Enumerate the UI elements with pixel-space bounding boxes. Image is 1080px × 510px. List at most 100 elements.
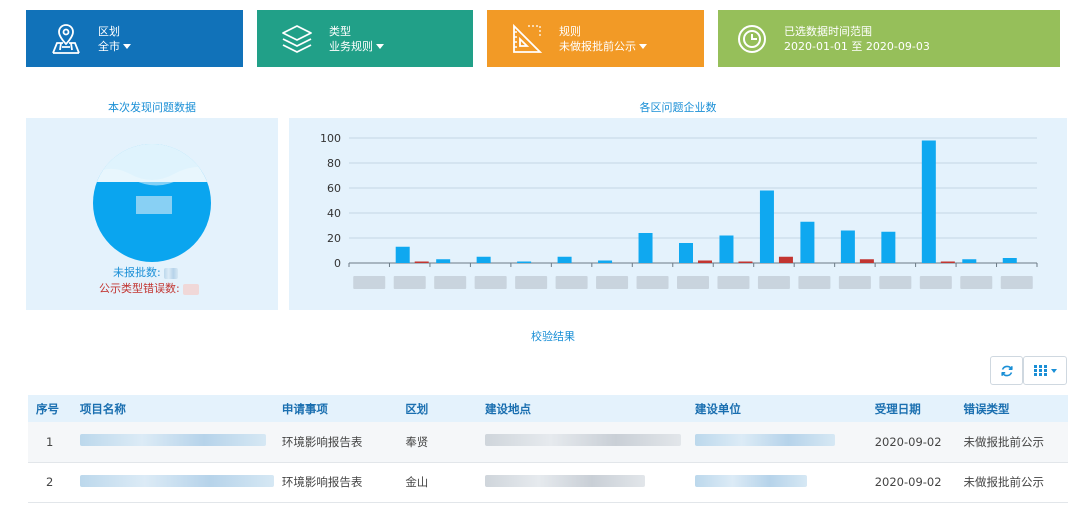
- x-tick-label: [515, 276, 548, 289]
- x-tick-label: [434, 276, 467, 289]
- date-range-title: 已选数据时间范围: [784, 24, 872, 38]
- header-district[interactable]: 区划: [397, 395, 477, 422]
- rule-filter-title: 规则: [559, 24, 581, 38]
- row-construction-site: [476, 462, 687, 503]
- results-table: 序号 项目名称 申请事项 区划 建设地点 建设单位 受理日期 错误类型 1 环境…: [28, 395, 1068, 503]
- bar: [598, 260, 613, 263]
- clock-icon: [734, 21, 770, 57]
- rule-filter-value[interactable]: 未做报批前公示: [559, 39, 647, 54]
- x-tick-label: [757, 276, 790, 289]
- x-tick-label: [717, 276, 750, 289]
- row-project-name: [71, 422, 274, 463]
- bar: [940, 261, 955, 263]
- results-title: 校验结果: [531, 330, 575, 343]
- map-pin-icon: [48, 21, 84, 57]
- x-tick-label: [596, 276, 629, 289]
- type-filter-selected: 业务规则: [329, 39, 373, 53]
- bar: [881, 231, 896, 263]
- header-application-item[interactable]: 申请事项: [273, 395, 398, 422]
- x-tick-label: [677, 276, 709, 289]
- header-project-name[interactable]: 项目名称: [71, 395, 274, 422]
- refresh-button[interactable]: [990, 356, 1023, 385]
- bar: [1002, 258, 1017, 263]
- columns-toggle-button[interactable]: [1023, 356, 1067, 385]
- y-tick-label: 20: [327, 232, 341, 245]
- row-error-type: 未做报批前公示: [955, 462, 1068, 503]
- table-row[interactable]: 1 环境影响报告表 奉贤 2020-09-02 未做报批前公示: [28, 422, 1068, 463]
- x-tick-label: [838, 276, 871, 289]
- x-tick-label: [960, 276, 993, 289]
- header-construction-unit[interactable]: 建设单位: [686, 395, 867, 422]
- district-filter-title: 区划: [98, 24, 120, 38]
- table-header-row: 序号 项目名称 申请事项 区划 建设地点 建设单位 受理日期 错误类型: [28, 395, 1068, 422]
- bar: [840, 230, 855, 263]
- chart-title: 各区问题企业数: [639, 101, 717, 114]
- chevron-down-icon: [639, 44, 647, 49]
- y-tick-label: 100: [320, 132, 341, 145]
- summary-panel: 未报批数: 公示类型错误数:: [26, 118, 278, 310]
- y-tick-label: 0: [334, 257, 341, 270]
- type-error-count-row: 公示类型错误数:: [99, 280, 200, 296]
- unreported-label: 未报批数:: [113, 266, 161, 279]
- row-construction-site: [476, 422, 687, 463]
- bar: [436, 259, 451, 263]
- date-range-card[interactable]: 已选数据时间范围 2020-01-01 至 2020-09-03: [718, 10, 1060, 67]
- district-filter-selected: 全市: [98, 39, 120, 53]
- chart-panel: 0 20 40 60 80 100: [289, 118, 1067, 310]
- x-tick-label: [353, 276, 386, 289]
- type-filter-value[interactable]: 业务规则: [329, 39, 384, 54]
- bar: [800, 221, 815, 263]
- summary-title: 本次发现问题数据: [108, 101, 196, 114]
- ruler-triangle-icon: [509, 21, 545, 57]
- bar: [638, 233, 653, 263]
- row-index: 1: [28, 422, 72, 463]
- bar: [921, 140, 936, 263]
- bar: [698, 260, 712, 263]
- row-accept-date: 2020-09-02: [866, 462, 956, 503]
- bar: [517, 261, 532, 263]
- district-filter-card[interactable]: 区划 全市: [26, 10, 243, 67]
- district-filter-value[interactable]: 全市: [98, 39, 131, 54]
- x-tick-label: [636, 276, 669, 289]
- row-application-item: 环境影响报告表: [273, 462, 398, 503]
- type-filter-title: 类型: [329, 24, 351, 38]
- row-index: 2: [28, 462, 72, 503]
- header-accept-date[interactable]: 受理日期: [866, 395, 956, 422]
- bar: [414, 261, 429, 263]
- bar: [759, 190, 774, 263]
- y-tick-label: 40: [327, 207, 341, 220]
- rule-filter-selected: 未做报批前公示: [559, 39, 636, 53]
- type-error-label: 公示类型错误数:: [99, 282, 180, 295]
- x-tick-label: [393, 276, 426, 289]
- bar: [859, 259, 874, 263]
- row-application-item: 环境影响报告表: [273, 422, 398, 463]
- header-construction-site[interactable]: 建设地点: [476, 395, 687, 422]
- header-error-type[interactable]: 错误类型: [955, 395, 1068, 422]
- row-construction-unit: [686, 462, 867, 503]
- x-tick-label: [1000, 276, 1033, 289]
- x-tick-label: [555, 276, 588, 289]
- row-district: 金山: [397, 462, 477, 503]
- row-district: 奉贤: [397, 422, 477, 463]
- bar: [395, 246, 410, 263]
- unreported-count-row: 未报批数:: [113, 264, 179, 280]
- district-bar-chart: 0 20 40 60 80 100: [320, 132, 1038, 289]
- bar: [738, 261, 753, 263]
- type-error-value: [183, 283, 200, 295]
- unreported-value: [164, 267, 179, 279]
- bar: [778, 256, 793, 263]
- x-tick-label: [919, 276, 952, 289]
- refresh-icon: [1000, 365, 1013, 376]
- x-tick-label: [474, 276, 507, 289]
- header-index[interactable]: 序号: [28, 395, 72, 422]
- bar: [679, 243, 693, 263]
- rule-filter-card[interactable]: 规则 未做报批前公示: [487, 10, 704, 67]
- type-filter-card[interactable]: 类型 业务规则: [257, 10, 473, 67]
- row-error-type: 未做报批前公示: [955, 422, 1068, 463]
- row-project-name: [71, 462, 274, 503]
- chevron-down-icon: [123, 44, 131, 49]
- chevron-down-icon: [376, 44, 384, 49]
- table-row[interactable]: 2 环境影响报告表 金山 2020-09-02 未做报批前公示: [28, 462, 1068, 503]
- bar: [719, 235, 734, 263]
- y-tick-label: 60: [327, 182, 341, 195]
